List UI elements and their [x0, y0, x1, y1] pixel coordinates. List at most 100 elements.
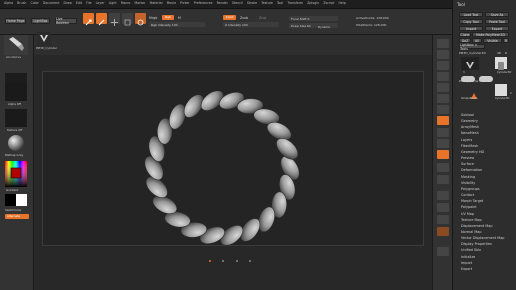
menu-items: Alpha Brush Color Document Draw Edit Fil…: [4, 1, 350, 5]
menu-item[interactable]: File: [86, 1, 91, 5]
shelf-button-extra[interactable]: [437, 247, 449, 256]
main-color-swatch[interactable]: [5, 194, 16, 206]
menu-item[interactable]: Edit: [76, 1, 82, 5]
draw-mode-button[interactable]: [96, 13, 107, 26]
rgb-toggle[interactable]: Rgb: [162, 15, 174, 20]
home-page-button[interactable]: Home Page: [5, 18, 26, 24]
menu-item[interactable]: Marker: [134, 1, 145, 5]
m-toggle[interactable]: M: [178, 16, 181, 20]
visible-button[interactable]: Visible: [483, 38, 502, 43]
shelf-button-spix[interactable]: [437, 50, 449, 59]
mrgb-toggle[interactable]: Mrgb: [149, 16, 157, 20]
shelf-button-transp[interactable]: [437, 203, 449, 212]
menu-item[interactable]: Texture: [261, 1, 273, 5]
menu-item[interactable]: Render: [217, 1, 228, 5]
shelf-button-floor[interactable]: [437, 116, 449, 125]
active-points-readout: ActivePoints: 128,000: [356, 16, 389, 20]
zsub-toggle[interactable]: Zsub: [240, 16, 248, 20]
rope-strands: [144, 90, 300, 246]
tool-palette: Tool Load Tool Save As Copy Tool Paste T…: [452, 0, 516, 290]
menu-item[interactable]: Preferences: [194, 1, 213, 5]
focal-shift-label: Focal Shift 0: [291, 16, 310, 21]
zbrush-window: Alpha Brush Color Document Draw Edit Fil…: [0, 0, 516, 290]
alternate-button[interactable]: Alternate: [5, 214, 29, 219]
import-button[interactable]: Import: [459, 26, 483, 31]
move-icon: [111, 19, 118, 26]
menu-item[interactable]: Stroke: [247, 1, 257, 5]
edit-icon: [85, 19, 92, 26]
menu-item[interactable]: Light: [109, 1, 117, 5]
menu-item[interactable]: Help: [339, 1, 346, 5]
focal-shift-slider[interactable]: Focal Shift 0: [289, 16, 338, 21]
paste-tool-button[interactable]: Paste Tool: [485, 19, 509, 24]
edit-mode-button[interactable]: [83, 13, 94, 26]
menu-bar: Alpha Brush Color Document Draw Edit Fil…: [0, 0, 452, 9]
zadd-toggle[interactable]: Zadd: [223, 15, 236, 20]
shelf-button-persp[interactable]: [437, 105, 449, 114]
tool-thumb-spacer: [463, 62, 473, 70]
rgb-intensity-slider[interactable]: Rgb Intensity 100: [149, 22, 205, 27]
menu-item[interactable]: Document: [43, 1, 60, 5]
lightbox-tools-button[interactable]: Lightbox > Tools: [459, 43, 485, 51]
secondary-color-swatch[interactable]: [16, 194, 27, 206]
tool-thumb-number-2: 2: [510, 92, 512, 95]
r-button[interactable]: R: [503, 38, 509, 43]
shelf-button-zoom[interactable]: [437, 72, 449, 81]
copy-tool-button[interactable]: Copy Tool: [459, 19, 483, 24]
menu-item[interactable]: Macro: [121, 1, 131, 5]
color-picker[interactable]: [5, 161, 27, 187]
menu-item[interactable]: Zplugin: [307, 1, 319, 5]
shelf-button-solo[interactable]: [437, 215, 449, 224]
lightbox-button[interactable]: LightBox: [31, 18, 50, 24]
clone-button[interactable]: Clone: [459, 32, 471, 37]
texture-thumbnail[interactable]: [5, 109, 27, 127]
tool-thumb-cylinder[interactable]: [495, 57, 507, 70]
scale-mode-button[interactable]: [122, 13, 133, 26]
shelf-button-scale[interactable]: [437, 163, 449, 172]
rope-ring-model[interactable]: [43, 72, 425, 247]
menu-item[interactable]: Stencil: [232, 1, 243, 5]
shelf-button-move[interactable]: [437, 150, 449, 159]
alpha-thumbnail[interactable]: [5, 83, 27, 101]
dynamic-toggle[interactable]: Dynamic: [318, 25, 330, 29]
shelf-button-aahalf[interactable]: [437, 94, 449, 103]
menu-item[interactable]: Movie: [167, 1, 176, 5]
menu-item[interactable]: Brush: [17, 1, 26, 5]
tool-thumb-simplebrush[interactable]: [469, 86, 479, 99]
viewport-canvas[interactable]: [42, 71, 424, 246]
menu-item[interactable]: Transform: [287, 1, 303, 5]
menu-item[interactable]: Material: [150, 1, 163, 5]
shelf-button-scroll[interactable]: [437, 61, 449, 70]
load-tool-button[interactable]: Load Tool: [459, 12, 483, 17]
draw-size-slider[interactable]: Draw Size 64: [289, 23, 338, 28]
brush-thumbnail[interactable]: [4, 35, 28, 55]
export-button[interactable]: Export: [485, 26, 509, 31]
zcut-toggle[interactable]: Zcut: [259, 16, 266, 20]
subpalette-item[interactable]: Export: [461, 266, 504, 272]
shelf-button-lsym[interactable]: [437, 128, 449, 137]
shelf-button-bpr[interactable]: [437, 39, 449, 48]
make-polymesh-button[interactable]: Make PolyMesh3D: [472, 32, 509, 37]
menu-item[interactable]: Alpha: [4, 1, 13, 5]
switch-color-label[interactable]: SwitchColor: [5, 208, 22, 212]
menu-item[interactable]: Picker: [180, 1, 190, 5]
menu-item[interactable]: Color: [30, 1, 38, 5]
move-mode-button[interactable]: [109, 13, 120, 26]
canvas-bottom-bar: [34, 251, 432, 262]
shelf-button-polyf[interactable]: [437, 191, 449, 200]
rotate-mode-button[interactable]: [135, 13, 146, 26]
live-boolean-button[interactable]: Live Boolean: [55, 17, 77, 25]
menu-item[interactable]: Zscript: [323, 1, 334, 5]
shelf-button-actual[interactable]: [437, 83, 449, 92]
save-as-button[interactable]: Save As: [485, 12, 509, 17]
pm3d-thumbnail[interactable]: [37, 31, 51, 46]
z-intensity-slider[interactable]: Z Intensity 100: [223, 22, 279, 27]
shelf-button-rotate[interactable]: [437, 175, 449, 184]
material-thumbnail[interactable]: [5, 134, 27, 152]
shelf-button-xpose[interactable]: [437, 227, 449, 236]
tool-thumb-cylinder-2[interactable]: [495, 84, 507, 96]
menu-item[interactable]: Draw: [64, 1, 72, 5]
menu-item[interactable]: Tool: [277, 1, 283, 5]
shelf-button-frame[interactable]: [437, 139, 449, 148]
menu-item[interactable]: Layer: [96, 1, 105, 5]
